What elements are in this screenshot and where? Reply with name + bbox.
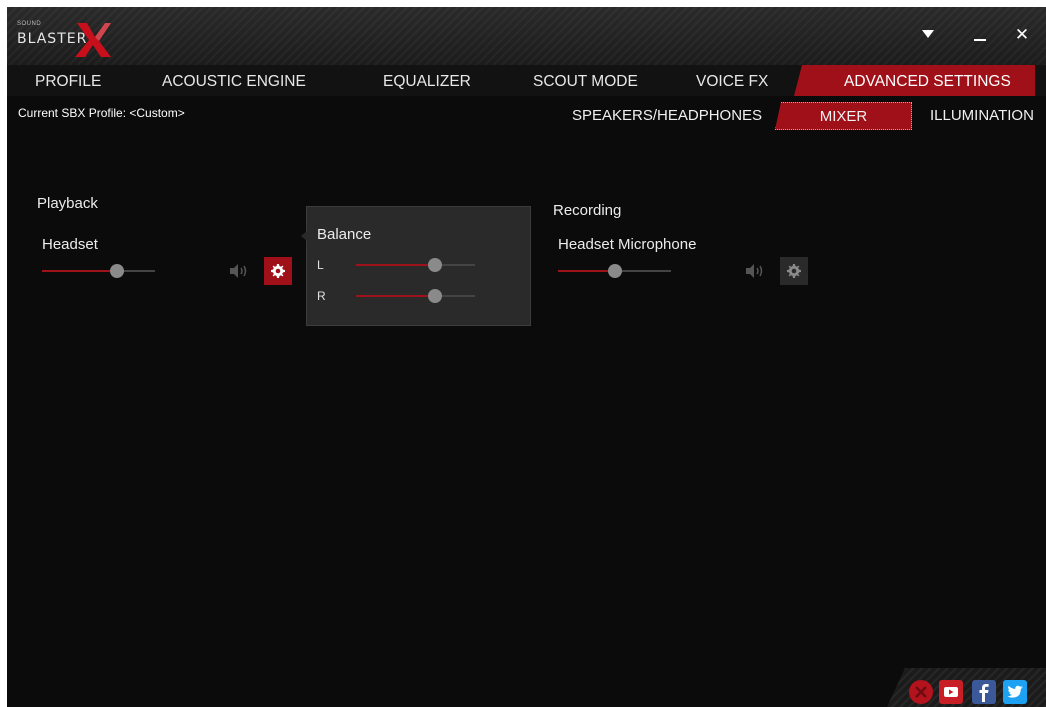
- sound-blaster-logo: SOUND BLASTER: [17, 21, 111, 61]
- slider-fill: [42, 270, 117, 272]
- tab-acoustic-engine[interactable]: ACOUSTIC ENGINE: [162, 65, 306, 96]
- tab-profile[interactable]: PROFILE: [35, 65, 101, 96]
- balance-left-label: L: [317, 258, 324, 272]
- slider-knob[interactable]: [109, 264, 124, 278]
- playback-volume-slider[interactable]: [42, 263, 155, 279]
- slider-fill: [356, 264, 435, 266]
- minimize-button[interactable]: [967, 21, 993, 49]
- youtube-icon: [944, 687, 958, 697]
- balance-popup: Balance L R: [301, 206, 531, 326]
- speaker-icon: [230, 264, 247, 278]
- twitter-link[interactable]: [1003, 680, 1027, 704]
- recording-title: Recording: [553, 202, 622, 219]
- slider-knob[interactable]: [427, 289, 442, 303]
- balance-right-slider[interactable]: [356, 288, 475, 304]
- facebook-icon: [979, 684, 989, 702]
- balance-left-slider[interactable]: [356, 257, 475, 273]
- close-button[interactable]: ✕: [1009, 21, 1035, 49]
- playback-device-label: Headset: [42, 236, 98, 253]
- recording-device-label: Headset Microphone: [558, 236, 697, 253]
- subtab-speakers-headphones[interactable]: SPEAKERS/HEADPHONES: [572, 103, 762, 129]
- balance-right-label: R: [317, 289, 326, 303]
- window-menu-button[interactable]: [915, 21, 941, 49]
- tab-scout-mode[interactable]: SCOUT MODE: [533, 65, 638, 96]
- title-bar[interactable]: SOUND BLASTER ✕: [7, 7, 1046, 65]
- twitter-icon: [1007, 685, 1023, 698]
- playback-title: Playback: [37, 195, 98, 212]
- tab-equalizer[interactable]: EQUALIZER: [383, 65, 471, 96]
- tab-advanced-settings[interactable]: ADVANCED SETTINGS: [794, 65, 1035, 96]
- logo-x-icon: [75, 23, 111, 57]
- close-icon: ✕: [1014, 25, 1030, 44]
- recording-volume-slider[interactable]: [558, 263, 671, 279]
- slider-knob[interactable]: [607, 264, 622, 278]
- recording-settings-button[interactable]: [780, 257, 808, 285]
- balance-title: Balance: [317, 226, 372, 243]
- facebook-link[interactable]: [972, 680, 996, 704]
- sbx-close-icon: [915, 686, 927, 698]
- youtube-link[interactable]: [939, 680, 963, 704]
- slider-fill: [558, 270, 615, 272]
- logo-small-text: SOUND: [17, 21, 42, 27]
- speaker-icon: [746, 264, 763, 278]
- minimize-icon: [974, 39, 986, 41]
- subtab-illumination[interactable]: ILLUMINATION: [930, 103, 1034, 129]
- main-tab-bar: PROFILE ACOUSTIC ENGINE EQUALIZER SCOUT …: [7, 65, 1046, 96]
- subtab-mixer[interactable]: MIXER: [775, 102, 912, 130]
- gear-icon: [787, 264, 801, 278]
- current-profile-label: Current SBX Profile: <Custom>: [18, 106, 185, 120]
- gear-icon: [271, 264, 285, 278]
- popup-pointer: [301, 231, 307, 241]
- triangle-down-icon: [922, 30, 934, 38]
- recording-mute-button[interactable]: [745, 263, 765, 279]
- tab-voice-fx[interactable]: VOICE FX: [696, 65, 768, 96]
- slider-knob[interactable]: [427, 258, 442, 272]
- playback-mute-button[interactable]: [229, 263, 249, 279]
- app-window: SOUND BLASTER ✕ PROFILE ACOUSTIC ENGINE …: [7, 7, 1046, 707]
- sbx-close-link[interactable]: [909, 680, 933, 704]
- playback-settings-button[interactable]: [264, 257, 292, 285]
- slider-fill: [356, 295, 435, 297]
